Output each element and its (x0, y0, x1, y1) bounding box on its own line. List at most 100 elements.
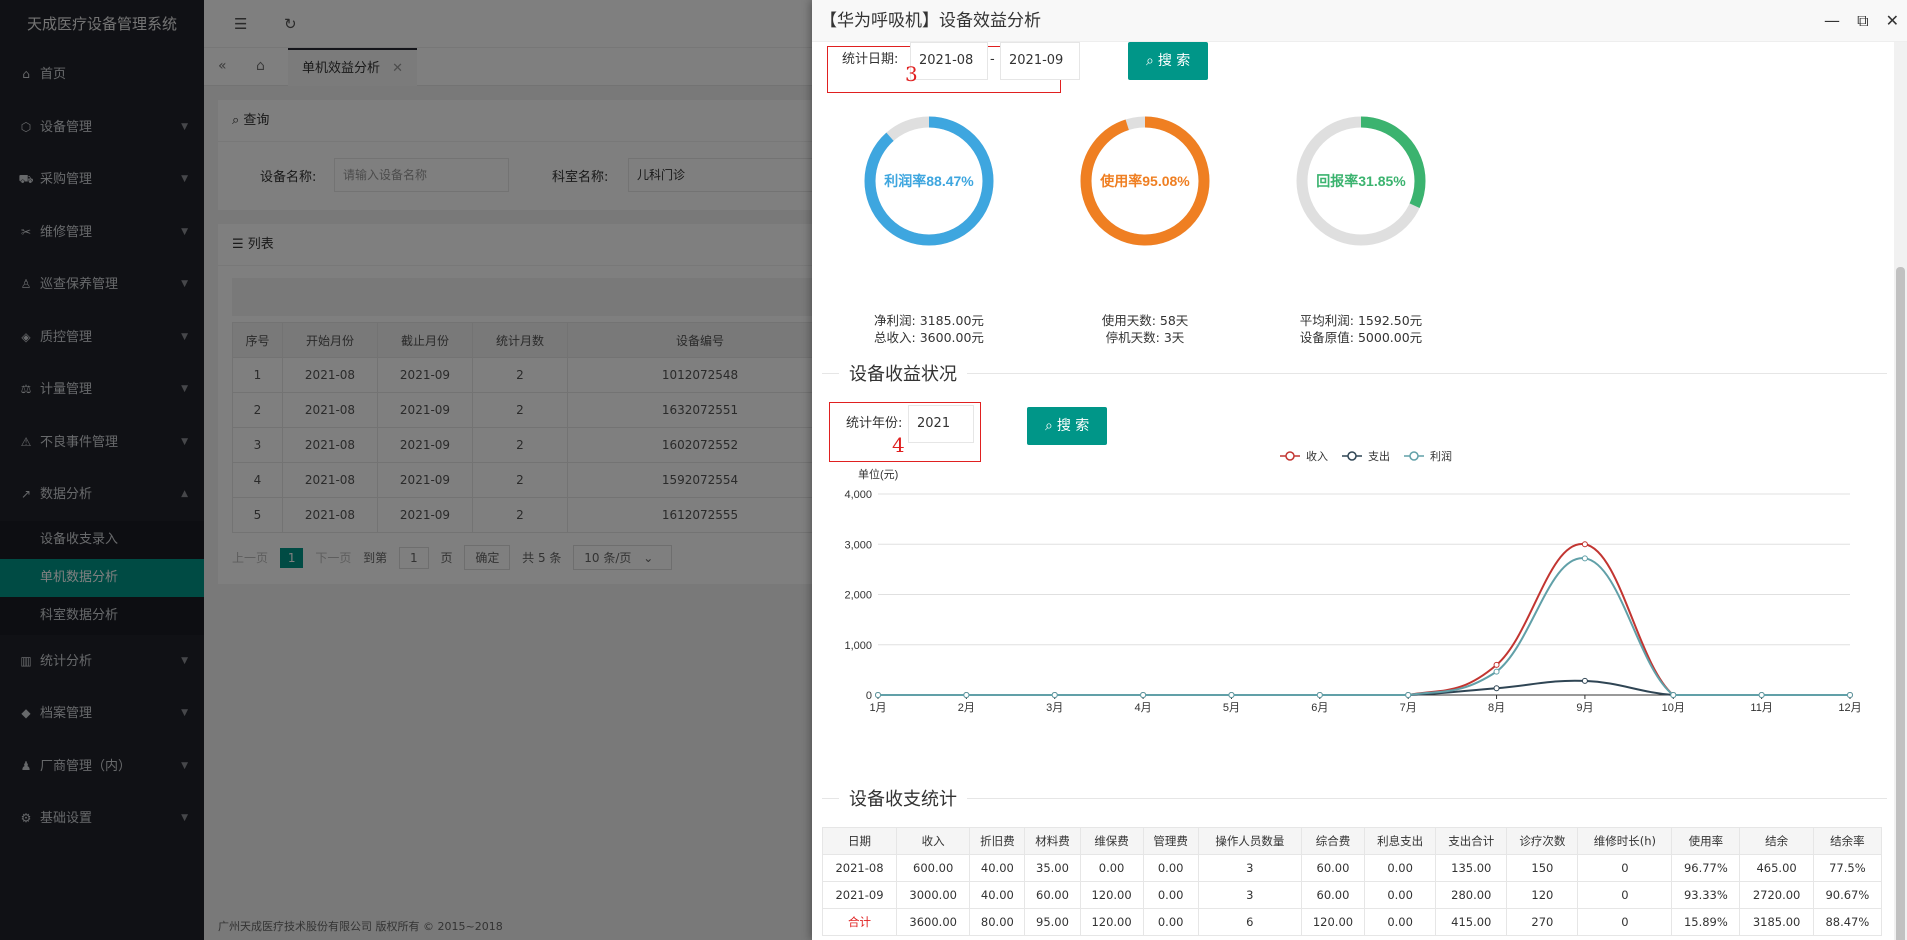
table-cell: 88.47% (1812, 908, 1883, 936)
table-cell: 270 (1506, 908, 1579, 936)
chart-legend: 收入 支出 利润 (1280, 449, 1452, 463)
column-header: 收入 (896, 827, 971, 855)
close-icon[interactable]: ✕ (1886, 11, 1899, 30)
modal-body: 统计日期: 2021-08 - 2021-09 3 ⌕ 搜 索 利润率88.47%… (812, 42, 1894, 940)
table-cell: 135.00 (1435, 854, 1508, 882)
column-header: 支出合计 (1435, 827, 1508, 855)
donut-info-line: 使用天数: 58天 (1101, 313, 1189, 328)
table-cell: 0.00 (1142, 881, 1199, 909)
table-cell: 60.00 (1300, 854, 1366, 882)
scrollbar[interactable] (1894, 42, 1907, 940)
donut-label: 使用率95.08% (1099, 173, 1190, 189)
data-point[interactable] (1405, 692, 1412, 698)
donut-label: 回报率31.85% (1316, 173, 1406, 189)
data-point[interactable] (1051, 692, 1058, 698)
date-filter-label: 统计日期: (842, 52, 899, 67)
table-cell: 120.00 (1079, 881, 1144, 909)
table-row[interactable]: 2021-08 600.00 40.00 35.00 0.00 0.00 3 60.00 0.0… (821, 854, 1883, 882)
data-point[interactable] (1493, 685, 1500, 692)
income-line-chart: 收入 支出 利润单位(元) 0 1,000 2,000 3,000 4,000 1月 2月 3月 4月… (844, 449, 1861, 714)
x-tick-label: 1月 (869, 702, 886, 714)
data-point[interactable] (1581, 555, 1588, 562)
x-tick-label: 9月 (1576, 702, 1593, 714)
legend-item[interactable]: 收入 (1280, 449, 1328, 463)
search-icon: ⌕ (1146, 53, 1154, 69)
date-search-button[interactable]: ⌕ 搜 索 (1128, 42, 1209, 80)
table-cell: 2720.00 (1739, 881, 1814, 909)
column-header: 使用率 (1671, 827, 1741, 855)
table-cell: 3 (1197, 854, 1302, 882)
donut-info-line: 净利润: 3185.00元 (874, 313, 984, 328)
donut-chart-2: 回报率31.85% (1296, 116, 1426, 246)
data-point[interactable] (1493, 668, 1500, 675)
legend-label: 利润 (1430, 449, 1452, 463)
data-point[interactable] (1316, 692, 1323, 698)
data-point[interactable] (1140, 692, 1147, 698)
table-cell: 3 (1197, 881, 1302, 909)
year-input[interactable]: 2021 (908, 405, 974, 443)
window-controls: — ⧉ ✕ (1812, 0, 1899, 42)
year-search-label: 搜 索 (1056, 418, 1090, 434)
table-cell: 40.00 (969, 881, 1026, 909)
x-tick-label: 11月 (1750, 702, 1772, 714)
scrollbar-thumb[interactable] (1896, 267, 1905, 940)
data-point[interactable] (1493, 661, 1500, 668)
donut-info: 平均利润: 1592.50元 设备原值: 5000.00元 (1271, 312, 1451, 346)
data-point[interactable] (1581, 677, 1588, 684)
data-point[interactable] (1670, 692, 1677, 698)
minimize-icon[interactable]: — (1824, 11, 1840, 30)
modal-header: 【华为呼吸机】设备效益分析 — ⧉ ✕ (812, 0, 1907, 42)
table-cell: 3600.00 (896, 908, 971, 936)
column-header: 操作人员数量 (1197, 827, 1302, 855)
table-cell: 120 (1506, 881, 1579, 909)
donut-info-line: 设备原值: 5000.00元 (1299, 330, 1423, 345)
donut-info-line: 停机天数: 3天 (1105, 330, 1185, 345)
donut-chart-1: 使用率95.08% (1080, 116, 1210, 246)
table-row[interactable]: 2021-09 3000.00 40.00 60.00 120.00 0.00 3 60.00… (821, 881, 1883, 909)
y-axis-label: 单位(元) (858, 467, 898, 481)
x-tick-label: 12月 (1838, 702, 1861, 714)
table-cell: 40.00 (969, 854, 1026, 882)
section-divider (822, 373, 1887, 374)
table-cell: 6 (1197, 908, 1302, 936)
data-point[interactable] (1581, 541, 1588, 548)
table-cell: 465.00 (1739, 854, 1814, 882)
table-cell: 0 (1577, 854, 1673, 882)
table-cell: 2021-09 (821, 881, 898, 909)
table-cell: 3000.00 (896, 881, 971, 909)
x-tick-label: 8月 (1488, 702, 1505, 714)
start-date-input[interactable]: 2021-08 (910, 42, 988, 80)
maximize-icon[interactable]: ⧉ (1857, 11, 1868, 30)
legend-item[interactable]: 支出 (1342, 449, 1390, 463)
x-tick-label: 6月 (1311, 702, 1328, 714)
donut-info: 使用天数: 58天 停机天数: 3天 (1055, 312, 1235, 346)
table-cell: 95.00 (1024, 908, 1081, 936)
table-cell: 150 (1506, 854, 1579, 882)
table-row[interactable]: 合计 3600.00 80.00 95.00 120.00 0.00 6 120.00 0.00… (821, 908, 1883, 936)
data-point[interactable] (1847, 692, 1853, 698)
donut-info-line: 平均利润: 1592.50元 (1299, 313, 1423, 328)
column-header: 维修时长(h) (1577, 827, 1673, 855)
series-line-0 (878, 543, 1850, 696)
table-cell: 600.00 (896, 854, 971, 882)
x-tick-label: 2月 (958, 702, 975, 714)
table-cell: 60.00 (1300, 881, 1366, 909)
donut-info-line: 总收入: 3600.00元 (874, 330, 984, 345)
column-header: 日期 (821, 827, 898, 855)
data-point[interactable] (875, 692, 881, 698)
end-date-input[interactable]: 2021-09 (1000, 42, 1080, 80)
annotation-number-3: 3 (905, 62, 918, 86)
legend-label: 支出 (1368, 449, 1390, 463)
legend-item[interactable]: 利润 (1404, 449, 1452, 463)
data-point[interactable] (1758, 692, 1765, 698)
table-cell: 0.00 (1364, 854, 1437, 882)
data-point[interactable] (1228, 692, 1235, 698)
x-tick-label: 3月 (1046, 702, 1063, 714)
year-search-button[interactable]: ⌕ 搜 索 (1027, 407, 1108, 445)
table-cell: 0.00 (1364, 881, 1437, 909)
y-tick-label: 0 (866, 690, 872, 702)
search-icon: ⌕ (1045, 418, 1053, 434)
section-title-stats: 设备收支统计 (839, 785, 967, 811)
data-point[interactable] (963, 692, 970, 698)
column-header: 利息支出 (1364, 827, 1437, 855)
